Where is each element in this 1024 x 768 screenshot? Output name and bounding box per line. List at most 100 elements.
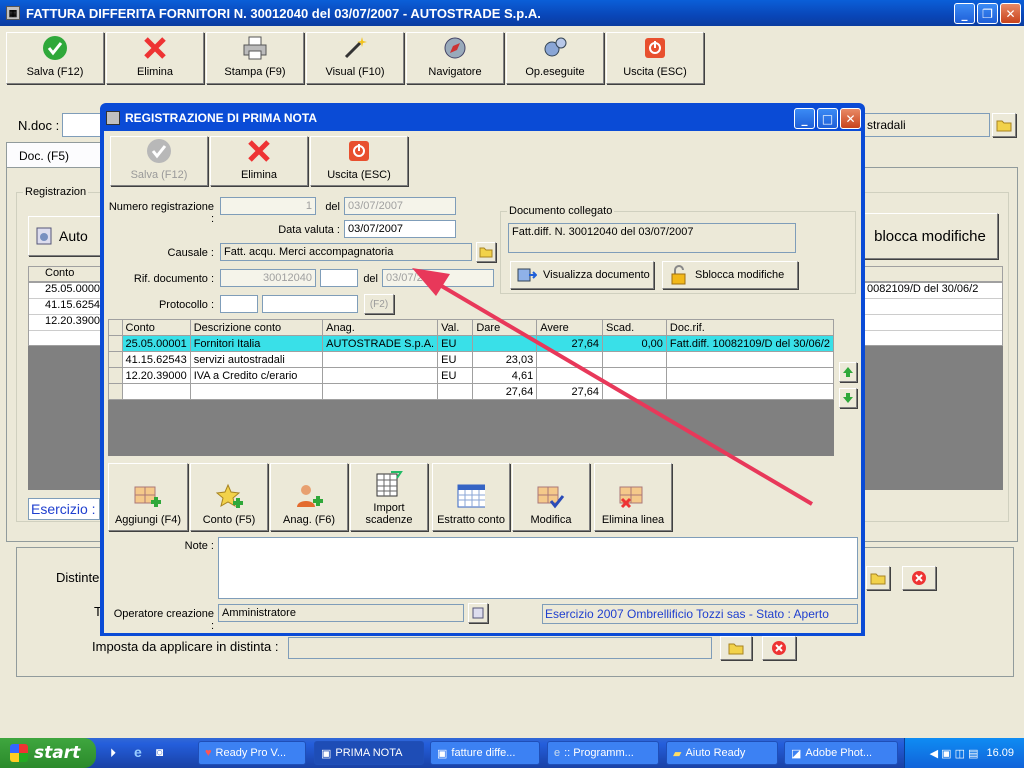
aggiungi-button[interactable]: Aggiungi (F4) [108,463,188,531]
power-icon [345,137,373,165]
ndoc-input[interactable] [62,113,102,137]
distinta-clear-button[interactable] [902,566,936,590]
quicklaunch-ie-icon[interactable]: e [134,744,142,760]
dialog-title: REGISTRAZIONE DI PRIMA NOTA [125,111,317,125]
minimize-button[interactable]: _ [954,3,975,24]
document-icon [472,607,484,619]
taskbar-item-primanota[interactable]: ▣ PRIMA NOTA [314,741,424,765]
quicklaunch-media-icon[interactable]: ⏵ [110,746,116,761]
restore-button[interactable]: ❐ [977,3,998,24]
imposta-field[interactable] [288,637,712,659]
move-up-button[interactable] [839,362,857,382]
imposta-label: Imposta da applicare in distinta : [92,639,279,654]
dialog-save-button[interactable]: Salva (F12) [110,136,208,186]
dialog-titlebar: REGISTRAZIONE DI PRIMA NOTA _ □ ✕ [103,106,862,130]
quicklaunch-other-icon[interactable]: ◙ [156,745,163,759]
causale-label: Causale : [167,247,214,259]
unlock-edits-main-button[interactable]: blocca modifiche [862,213,998,259]
main-docref-cell: 0082109/D del 30/06/2 [867,283,979,295]
x-icon [141,34,169,62]
done-operations-button[interactable]: Op.eseguite [506,32,604,84]
dialog-exit-button[interactable]: Uscita (ESC) [310,136,408,186]
import-sheet-icon [375,470,403,498]
delete-button[interactable]: Elimina [106,32,204,84]
ie-icon: e [554,747,561,759]
folder-button[interactable] [992,113,1016,137]
start-button[interactable]: start [0,738,96,768]
dialog-delete-button[interactable]: Elimina [210,136,308,186]
data-valuta-field[interactable]: 03/07/2007 [344,220,456,238]
add-row-icon [134,482,162,510]
distinta-folder-button[interactable] [866,566,890,590]
clock: 16.09 [986,747,1014,759]
anag-button[interactable]: Anag. (F6) [270,463,348,531]
esercizio-field: Esercizio : [28,498,100,520]
navigator-button[interactable]: Navigatore [406,32,504,84]
col-conto[interactable]: Conto [121,319,191,336]
user-add-icon [295,482,323,510]
taskbar-item-aiuto[interactable]: ▰ Aiuto Ready [666,741,778,765]
note-label: Note : [184,540,214,552]
power-icon [641,34,669,62]
visual-button[interactable]: Visual (F10) [306,32,404,84]
imposta-clear-button[interactable] [762,636,796,660]
photoshop-icon: ◪ [791,747,802,760]
folder-icon [479,247,493,258]
settings-doc-icon [36,227,52,245]
check-icon [41,34,69,62]
dialog-maximize-button[interactable]: □ [817,108,838,129]
causale-folder-button[interactable] [476,242,496,262]
protocollo-extra-field[interactable] [262,295,358,313]
auto-button[interactable]: Auto [28,216,104,256]
ndoc-desc-field: stradali [862,113,990,137]
operator-info-button[interactable] [468,603,488,623]
heart-icon: ♥ [205,747,212,759]
exit-button[interactable]: Uscita (ESC) [606,32,704,84]
rif-del-label: del [363,273,378,285]
rif-doc-suffix-field[interactable] [320,269,358,287]
folder-icon [996,120,1012,132]
print-button[interactable]: Stampa (F9) [206,32,304,84]
folder-icon: ▰ [673,747,682,760]
printer-icon [241,34,269,62]
note-textarea[interactable] [218,537,858,599]
taskbar-item-readypro[interactable]: ♥ Ready Pro V... [198,741,306,765]
close-button[interactable]: ✕ [1000,3,1021,24]
window-title: FATTURA DIFFERITA FORNITORI N. 30012040 … [26,5,541,21]
tab-doc[interactable]: Doc. (F5) [6,142,102,168]
operator-label: Operatore creazione : [113,608,214,632]
move-down-button[interactable] [839,388,857,408]
doc-collegato-field: Fatt.diff. N. 30012040 del 03/07/2007 [508,223,796,253]
app-icon: ▦ [6,6,20,20]
star-add-icon [215,482,243,510]
dialog-close-button[interactable]: ✕ [840,108,861,129]
tray-icons[interactable]: ◀ ▣ ◫ ▤ [930,747,979,760]
f2-button[interactable]: (F2) [364,294,394,314]
delete-circle-icon [772,641,786,655]
system-tray: ◀ ▣ ◫ ▤ 16.09 [904,738,1024,768]
delete-circle-icon [912,571,926,585]
causale-field[interactable]: Fatt. acqu. Merci accompagnatoria [220,243,472,261]
window-icon: ▣ [437,747,448,760]
taskbar-item-fatture[interactable]: ▣ fatture diffe... [430,741,540,765]
save-button[interactable]: Salva (F12) [6,32,104,84]
window-titlebar: ▦ FATTURA DIFFERITA FORNITORI N. 3001204… [0,0,1024,26]
folder-icon [728,643,744,655]
window-icon: ▣ [321,747,332,760]
imposta-folder-button[interactable] [720,636,752,660]
operator-field: Amministratore [218,604,464,622]
protocollo-field[interactable] [220,295,258,313]
dialog-app-icon [106,111,120,125]
num-reg-label: Numero registrazione : [108,201,214,225]
rif-doc-field[interactable]: 30012040 [220,269,316,287]
taskbar-item-adobe[interactable]: ◪ Adobe Phot... [784,741,898,765]
arrow-down-icon [843,393,853,403]
compass-icon [441,34,469,62]
annotation-arrow [412,268,814,506]
conto-button[interactable]: Conto (F5) [190,463,268,531]
col-descrizione[interactable]: Descrizione conto [189,319,324,336]
dialog-minimize-button[interactable]: _ [794,108,815,129]
taskbar-item-programm[interactable]: e:: Programm... [547,741,659,765]
num-reg-field[interactable]: 1 [220,197,316,215]
reg-date-field[interactable]: 03/07/2007 [344,197,456,215]
